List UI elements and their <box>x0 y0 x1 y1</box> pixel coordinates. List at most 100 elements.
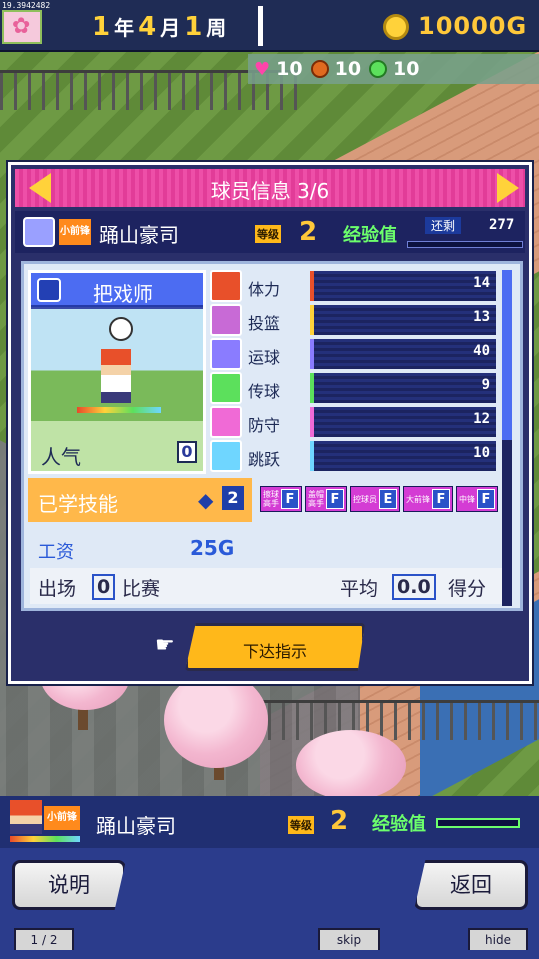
selected-player-bar: 小前锋 踊山豪司 等级 2 经验值 <box>0 796 539 848</box>
stat-bar: 12 <box>310 407 496 437</box>
dialog-title: 球员信息 3/6 <box>210 179 330 203</box>
stamina-icon <box>210 270 242 302</box>
stat-row: 体力 14 <box>210 270 506 302</box>
resource-bar: ♥ 10 10 10 <box>248 54 539 84</box>
page-tab[interactable]: 1 / 2 <box>14 928 74 950</box>
salary-value: 25G <box>190 536 235 560</box>
bottom-controls: 说明 返回 1 / 2 skip hide <box>0 848 539 959</box>
back-button[interactable]: 返回 <box>414 860 528 910</box>
stat-label: 运球 <box>248 348 281 367</box>
skill-chip[interactable]: 盖帽 高手 F <box>305 486 347 512</box>
learned-skills-row[interactable]: 已学技能 ◆ 2 <box>28 478 252 522</box>
stat-bar: 10 <box>310 441 496 471</box>
version-text: 19.3942482 <box>2 1 51 10</box>
skip-tab[interactable]: skip <box>318 928 380 950</box>
stat-label: 投篮 <box>248 314 281 333</box>
week-value: 1 <box>184 12 203 42</box>
player-name: 踊山豪司 <box>99 223 179 247</box>
player-sprite-scene <box>31 309 203 421</box>
dribble-icon <box>210 338 242 370</box>
exp-label: 经验值 <box>343 225 397 246</box>
week-unit: 周 <box>206 16 227 40</box>
stat-value: 9 <box>481 377 490 393</box>
coin-icon <box>383 14 409 40</box>
stat-label: 跳跃 <box>248 450 281 469</box>
player-header: 小前锋 踊山豪司 等级 2 经验值 还剩 277 <box>15 211 525 253</box>
stat-label: 体力 <box>248 280 281 299</box>
top-status-bar: 19.3942482 1 年 4 月 1 周 10000G <box>0 0 539 52</box>
smile-value: 10 <box>393 58 420 80</box>
player-sprite <box>101 349 131 403</box>
salary-row: 工资 25G <box>30 532 270 563</box>
skill-chip[interactable]: 控球员 E <box>350 486 400 512</box>
player-avatar <box>23 217 55 247</box>
pointing-hand-icon: ☛ <box>155 633 175 658</box>
heart-icon: ♥ <box>254 58 271 80</box>
games-label: 出场 <box>38 578 77 600</box>
remain-label: 还剩 <box>425 217 462 234</box>
help-button[interactable]: 说明 <box>12 860 126 910</box>
cherry-tree <box>164 672 268 768</box>
heart-value: 10 <box>276 58 303 80</box>
skill-chip[interactable]: 擦球 高手 F <box>260 486 302 512</box>
condition-bar <box>10 836 80 842</box>
job-name: 把戏师 <box>93 282 153 306</box>
stat-value: 12 <box>473 411 490 427</box>
player-name: 踊山豪司 <box>96 814 176 838</box>
basketball-value: 10 <box>334 58 362 80</box>
jump-icon <box>210 440 242 472</box>
stat-bar: 13 <box>310 305 496 335</box>
games-unit: 比赛 <box>122 578 161 600</box>
condition-bar <box>77 407 161 413</box>
command-button[interactable]: 下达指示 <box>185 623 365 671</box>
avg-value: 0.0 <box>392 574 436 600</box>
cherry-tree <box>296 730 406 800</box>
divider <box>258 6 263 46</box>
hide-tab[interactable]: hide <box>468 928 528 950</box>
defense-icon <box>210 406 242 438</box>
popularity-value: 0 <box>177 441 197 463</box>
level-label: 等级 <box>255 225 281 243</box>
stat-row: 防守 12 <box>210 406 506 438</box>
money-value: 10000G <box>418 12 528 40</box>
smile-icon <box>369 60 388 78</box>
games-count: 0 <box>92 574 116 600</box>
shooting-icon <box>210 304 242 336</box>
avg-unit: 得分 <box>448 578 487 600</box>
fence-bottom <box>240 700 539 740</box>
stat-value: 13 <box>473 309 490 325</box>
skills-label: 已学技能 <box>38 492 118 516</box>
month-value: 4 <box>138 12 157 42</box>
stat-value: 40 <box>473 343 490 359</box>
exp-label: 经验值 <box>372 814 426 835</box>
season-flower-icon[interactable] <box>2 10 42 44</box>
diamond-icon: ◆ <box>198 488 214 512</box>
stat-bar: 14 <box>310 271 496 301</box>
skill-chip[interactable]: 大前锋 F <box>403 486 453 512</box>
remain-value: 277 <box>489 217 515 233</box>
stats-list: 体力 14 投篮 13 运球 40 传球 9 防守 12 跳跃 10 <box>210 270 506 474</box>
year-unit: 年 <box>114 16 135 40</box>
game-date: 1 年 4 月 1 周 <box>92 12 226 42</box>
month-unit: 月 <box>160 16 181 40</box>
stat-row: 运球 40 <box>210 338 506 370</box>
skill-chip[interactable]: 中锋 F <box>456 486 498 512</box>
stat-bar: 9 <box>310 373 496 403</box>
salary-label: 工资 <box>38 542 74 563</box>
stat-row: 跳跃 10 <box>210 440 506 472</box>
stat-label: 防守 <box>248 416 281 435</box>
stat-value: 14 <box>473 275 490 291</box>
stat-row: 投篮 13 <box>210 304 506 336</box>
command-button-label: 下达指示 <box>242 642 307 661</box>
position-badge: 小前锋 <box>59 219 91 245</box>
popularity-row: 人气 0 <box>31 421 203 471</box>
scroll-thumb[interactable] <box>502 270 512 440</box>
scrollbar[interactable] <box>502 270 512 606</box>
speech-bubble-icon <box>109 317 133 341</box>
player-detail-panel: 把戏师 人气 0 体力 14 投篮 13 运球 40 传球 9 防守 12 跳跃… <box>21 261 523 611</box>
stat-row: 传球 9 <box>210 372 506 404</box>
player-info-dialog: 球员信息 3/6 小前锋 踊山豪司 等级 2 经验值 还剩 277 把戏师 人气… <box>8 162 532 684</box>
skill-chips: 擦球 高手 F 盖帽 高手 F 控球员 E 大前锋 F 中锋 F <box>260 486 498 512</box>
job-icon <box>37 278 61 302</box>
popularity-label: 人气 <box>41 445 81 469</box>
